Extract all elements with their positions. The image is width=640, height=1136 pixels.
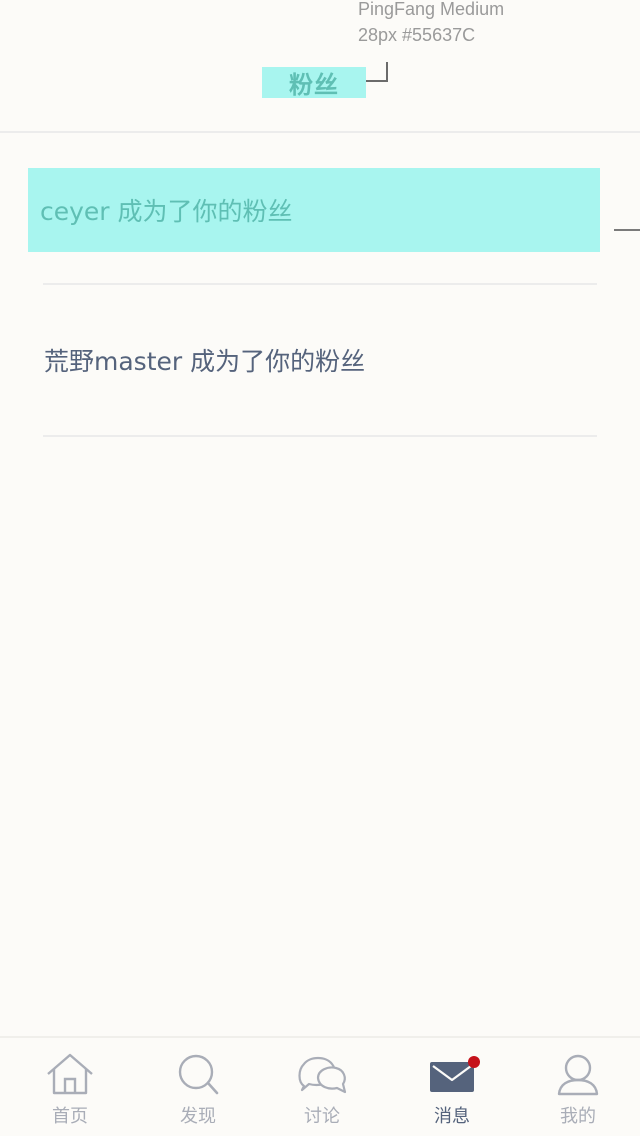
tab-label: 发现 bbox=[180, 1106, 216, 1127]
tab-messages[interactable]: 消息 bbox=[388, 1038, 516, 1136]
home-icon bbox=[47, 1053, 93, 1095]
notification-item[interactable]: 荒野master 成为了你的粉丝 bbox=[28, 320, 600, 400]
notification-text: ceyer 成为了你的粉丝 bbox=[40, 197, 293, 226]
annotation-font: PingFang Medium bbox=[358, 0, 505, 19]
notification-text: 荒野master 成为了你的粉丝 bbox=[44, 347, 366, 376]
annotation-spec: 28px #55637C bbox=[358, 25, 476, 45]
tab-home[interactable]: 首页 bbox=[6, 1038, 134, 1136]
tab-label: 消息 bbox=[434, 1106, 470, 1127]
bottom-tab-bar: 首页 发现 讨论 消息 我的 bbox=[0, 1036, 640, 1136]
page-title: 粉丝 bbox=[262, 67, 366, 99]
design-annotation: PingFang Medium 28px #55637C bbox=[358, 0, 504, 48]
tab-discussion[interactable]: 讨论 bbox=[258, 1038, 386, 1136]
tab-label: 讨论 bbox=[304, 1106, 340, 1127]
search-icon bbox=[178, 1054, 219, 1095]
list-divider bbox=[43, 435, 597, 437]
tab-label: 我的 bbox=[560, 1106, 596, 1127]
annotation-marker bbox=[614, 229, 640, 231]
page-title-text: 粉丝 bbox=[289, 71, 339, 99]
tab-label: 首页 bbox=[52, 1106, 88, 1127]
header-divider bbox=[0, 131, 640, 133]
annotation-bracket bbox=[366, 62, 388, 82]
unread-badge bbox=[468, 1056, 480, 1068]
tab-profile[interactable]: 我的 bbox=[514, 1038, 640, 1136]
tab-discover[interactable]: 发现 bbox=[134, 1038, 262, 1136]
notification-item[interactable]: ceyer 成为了你的粉丝 bbox=[28, 168, 600, 252]
list-divider bbox=[43, 283, 597, 285]
chat-bubbles-icon bbox=[298, 1056, 347, 1094]
user-icon bbox=[557, 1054, 599, 1096]
